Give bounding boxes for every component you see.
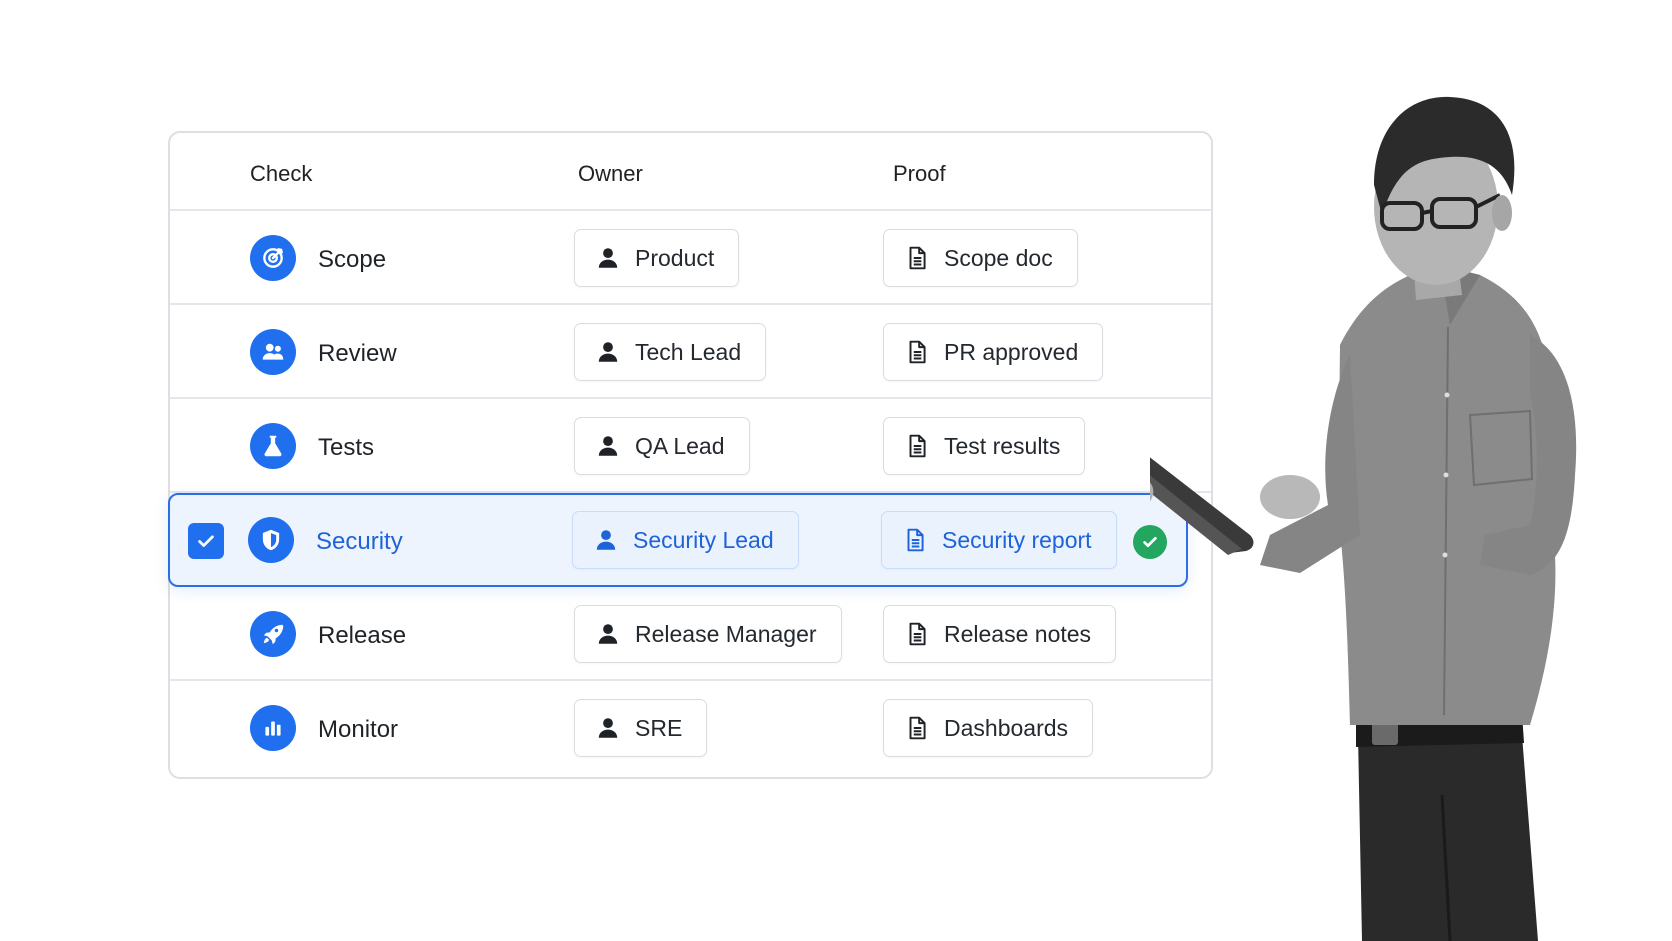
users-icon <box>250 329 296 375</box>
table-row-scope[interactable]: Scope Product Scope doc <box>170 211 1211 305</box>
table-row-release[interactable]: Release Release Manager Release notes <box>170 587 1211 681</box>
proof-label: PR approved <box>944 338 1079 365</box>
document-icon <box>909 340 926 364</box>
owner-chip[interactable]: Tech Lead <box>574 323 767 381</box>
header-proof: Proof <box>893 161 946 186</box>
shield-icon <box>248 517 294 563</box>
user-icon <box>596 530 616 550</box>
proof-label: Dashboards <box>944 714 1069 741</box>
proof-chip[interactable]: Security report <box>881 511 1117 569</box>
check-label: Security <box>316 528 403 555</box>
user-icon <box>598 718 618 738</box>
table-header: Check Owner Proof <box>170 133 1211 211</box>
owner-chip[interactable]: SRE <box>574 699 708 757</box>
person-with-tablet-image <box>1150 96 1577 941</box>
checkmark-icon <box>198 535 214 547</box>
table-row-security[interactable]: Security Security Lead Security report <box>168 493 1188 587</box>
owner-label: SRE <box>635 714 683 741</box>
owner-label: Product <box>635 244 715 271</box>
owner-chip[interactable]: QA Lead <box>574 417 750 475</box>
checklist-table: Check Owner Proof Scope Product Scope do… <box>168 131 1213 779</box>
owner-label: Security Lead <box>633 526 774 553</box>
owner-label: QA Lead <box>635 432 725 459</box>
proof-label: Security report <box>942 526 1092 553</box>
document-icon <box>909 434 926 458</box>
table-row-monitor[interactable]: Monitor SRE Dashboards <box>170 681 1211 775</box>
header-owner: Owner <box>578 161 643 186</box>
user-icon <box>598 624 618 644</box>
document-icon <box>909 246 926 270</box>
owner-label: Tech Lead <box>635 338 742 365</box>
row-checkbox[interactable] <box>188 523 224 559</box>
rocket-icon <box>250 611 296 657</box>
document-icon <box>907 528 924 552</box>
proof-label: Test results <box>944 432 1061 459</box>
flask-icon <box>250 423 296 469</box>
user-icon <box>598 436 618 456</box>
target-icon <box>250 235 296 281</box>
check-label: Release <box>318 622 407 649</box>
document-icon <box>909 716 926 740</box>
header-check: Check <box>250 161 313 186</box>
owner-label: Release Manager <box>635 620 817 647</box>
bar-chart-icon <box>250 705 296 751</box>
check-label: Scope <box>318 246 387 273</box>
table-row-tests[interactable]: Tests QA Lead Test results <box>170 399 1211 493</box>
check-label: Monitor <box>318 716 399 743</box>
proof-chip[interactable]: Test results <box>883 417 1086 475</box>
proof-chip[interactable]: Scope doc <box>883 229 1078 287</box>
proof-label: Scope doc <box>944 244 1053 271</box>
check-label: Review <box>318 340 397 367</box>
owner-chip[interactable]: Security Lead <box>572 511 799 569</box>
proof-chip[interactable]: PR approved <box>883 323 1104 381</box>
user-icon <box>598 342 618 362</box>
user-icon <box>598 248 618 268</box>
check-label: Tests <box>318 434 375 461</box>
document-icon <box>909 622 926 646</box>
proof-label: Release notes <box>944 620 1092 647</box>
table-row-review[interactable]: Review Tech Lead PR approved <box>170 305 1211 399</box>
owner-chip[interactable]: Product <box>574 229 740 287</box>
proof-chip[interactable]: Release notes <box>883 605 1117 663</box>
proof-chip[interactable]: Dashboards <box>883 699 1094 757</box>
owner-chip[interactable]: Release Manager <box>574 605 842 663</box>
